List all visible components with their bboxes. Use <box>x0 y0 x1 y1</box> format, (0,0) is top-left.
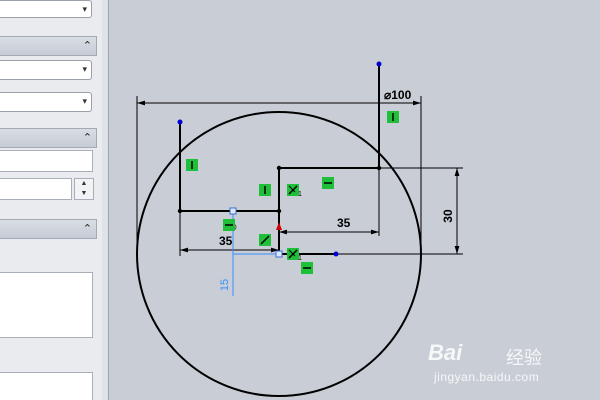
watermark-url: jingyan.baidu.com <box>434 370 540 384</box>
collapse-icon[interactable]: ⌃ <box>83 131 92 145</box>
group-header-3[interactable]: ⌃ <box>0 219 97 239</box>
dimension-horizontal-upper-label[interactable]: 35 <box>337 216 351 230</box>
midpoint-relation-icon: 1 <box>287 184 302 198</box>
spinner-down-icon[interactable]: ▼ <box>75 189 93 199</box>
text-field[interactable] <box>0 150 93 172</box>
selection-list[interactable] <box>0 272 93 338</box>
dimension-preview <box>232 211 279 296</box>
numeric-stepper[interactable]: ▲ ▼ <box>74 178 94 200</box>
dropdown-1[interactable]: ▾ <box>0 60 92 80</box>
svg-text:1: 1 <box>298 191 302 198</box>
watermark-brand-cn: 经验 <box>506 348 542 368</box>
spinner-up-icon[interactable]: ▲ <box>75 179 93 189</box>
top-dropdown[interactable]: ▾ <box>0 0 92 18</box>
collapse-icon[interactable]: ⌃ <box>83 39 92 53</box>
group-header-2[interactable]: ⌃ <box>0 128 97 148</box>
chevron-down-icon: ▾ <box>82 96 87 106</box>
sketch-point <box>333 251 339 257</box>
selection-list-2[interactable] <box>0 372 93 400</box>
vertical-relation-icon <box>186 159 198 171</box>
selected-point-handle <box>229 207 237 215</box>
origin-icon <box>276 222 282 230</box>
watermark: Bai 经验 jingyan.baidu.com <box>428 340 568 390</box>
sketch-point <box>376 165 382 171</box>
numeric-field[interactable] <box>0 178 72 200</box>
horizontal-relation-icon <box>223 219 235 231</box>
collapse-icon[interactable]: ⌃ <box>83 222 92 236</box>
property-manager-panel: ▾ ⌃ ▾ ▾ ⌃ ▲ ▼ ⌃ <box>0 0 103 400</box>
svg-text:1: 1 <box>298 255 302 262</box>
coincident-relation-icon <box>259 234 271 246</box>
dimension-diameter-label[interactable]: ⌀100 <box>384 88 412 102</box>
chevron-down-icon: ▾ <box>82 4 87 14</box>
group-header-1[interactable]: ⌃ <box>0 36 97 56</box>
dimension-vertical-label[interactable]: 30 <box>441 209 455 223</box>
sketch-point <box>177 119 183 125</box>
dropdown-2[interactable]: ▾ <box>0 92 92 112</box>
sketch-point <box>276 165 282 171</box>
sketch-point <box>177 208 183 214</box>
vertical-relation-icon <box>259 184 271 196</box>
midpoint-relation-icon: 1 <box>287 248 302 262</box>
dimension-horizontal-lower-label[interactable]: 35 <box>219 234 233 248</box>
vertical-relation-icon <box>387 111 399 123</box>
sketch-point <box>376 61 382 67</box>
watermark-brand: Bai <box>428 340 463 365</box>
sketch-point <box>276 208 282 214</box>
selected-point-handle <box>275 250 283 258</box>
horizontal-relation-icon <box>301 262 313 274</box>
horizontal-relation-icon <box>322 177 334 189</box>
chevron-down-icon: ▾ <box>82 64 87 74</box>
dimension-preview-label: 15 <box>219 279 231 291</box>
